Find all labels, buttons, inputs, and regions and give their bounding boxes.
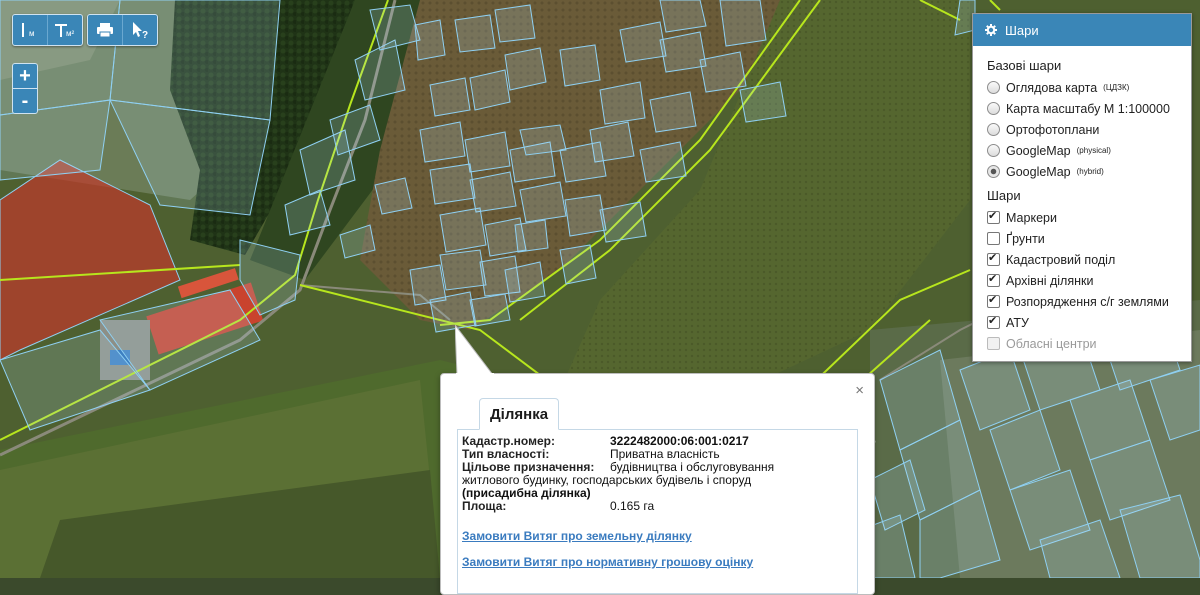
overlay-layer-option[interactable]: Розпорядження с/г землями — [987, 291, 1191, 312]
checkbox[interactable] — [987, 232, 1000, 245]
checkbox[interactable] — [987, 209, 1000, 224]
base-layer-label: Ортофотоплани — [1006, 122, 1100, 137]
layers-panel: Шари Базові шари Оглядова карта (ЦДЗК) Кар… — [972, 13, 1192, 362]
gear-icon — [985, 24, 997, 36]
radio-button[interactable] — [987, 144, 1000, 157]
base-layer-option[interactable]: Ортофотоплани — [987, 119, 1191, 140]
overlay-layer-option: Обласні центри — [987, 333, 1191, 354]
print-button[interactable] — [88, 15, 123, 45]
measure-area-icon: м² — [55, 24, 75, 38]
overlay-layer-label: АТУ — [1006, 315, 1029, 330]
base-layer-label: Карта масштабу М 1:100000 — [1006, 101, 1170, 116]
order-valuation-link[interactable]: Замовити Витяг про нормативну грошову оц… — [462, 555, 852, 569]
overlay-layer-label: Обласні центри — [1006, 336, 1097, 351]
identify-button[interactable]: ? — [123, 15, 157, 45]
overlay-layer-label: Розпорядження с/г землями — [1006, 294, 1169, 309]
svg-text:м: м — [29, 29, 35, 38]
svg-text:?: ? — [142, 30, 148, 39]
overlay-layer-option[interactable]: Маркери — [987, 207, 1191, 228]
map-toolbar: м м² ? — [12, 14, 158, 46]
base-layer-label: GoogleMap — [1006, 143, 1071, 158]
radio-button[interactable] — [987, 123, 1000, 136]
order-extract-link[interactable]: Замовити Витяг про земельну ділянку — [462, 529, 852, 543]
area-value: 0.165 га — [610, 499, 655, 513]
cursor-question-icon: ? — [133, 22, 148, 39]
svg-text:м²: м² — [66, 29, 75, 38]
overlay-layer-option[interactable]: Архівні ділянки — [987, 270, 1191, 291]
zoom-control: + - — [12, 63, 38, 114]
overlay-layer-option[interactable]: Кадастровий поділ — [987, 249, 1191, 270]
parcel-info: Кадастр.номер: 3222482000:06:001:0217 Ти… — [457, 429, 858, 594]
radio-button[interactable] — [987, 102, 1000, 115]
base-layers-heading: Базові шари — [987, 58, 1062, 73]
overlay-layers-heading: Шари — [987, 188, 1021, 203]
checkbox[interactable] — [987, 314, 1000, 329]
radio-button[interactable] — [987, 81, 1000, 94]
layers-panel-title: Шари — [1005, 22, 1039, 38]
layers-panel-header[interactable]: Шари — [973, 14, 1191, 46]
measure-area-button[interactable]: м² — [48, 15, 82, 45]
overlay-layer-option[interactable]: АТУ — [987, 312, 1191, 333]
overlay-layer-label: Ґрунти — [1006, 231, 1045, 246]
checkbox[interactable] — [987, 272, 1000, 287]
overlay-layer-label: Маркери — [1006, 210, 1057, 225]
overlay-layer-option[interactable]: Ґрунти — [987, 228, 1191, 249]
parcel-popup: × Ділянка Кадастр.номер: 3222482000:06:0… — [440, 325, 875, 595]
tab-parcel[interactable]: Ділянка — [479, 398, 560, 430]
checkbox[interactable] — [987, 251, 1000, 266]
misc-tools: ? — [87, 14, 158, 46]
printer-icon — [97, 23, 113, 38]
measure-length-button[interactable]: м — [13, 15, 48, 45]
popup-pointer — [455, 325, 494, 375]
base-layer-note: (ЦДЗК) — [1103, 83, 1130, 92]
overlay-layers-list: Маркери Ґрунти Кадастровий поділ Архівні ді… — [987, 207, 1191, 354]
popup-tabbar: Ділянка — [457, 398, 858, 430]
measure-length-icon: м — [22, 23, 35, 38]
overlay-layer-label: Кадастровий поділ — [1006, 252, 1116, 267]
checkbox[interactable] — [987, 293, 1000, 308]
base-layers-list: Оглядова карта (ЦДЗК) Карта масштабу М 1:1… — [987, 77, 1191, 182]
checkbox — [987, 337, 1000, 350]
base-layer-option[interactable]: GoogleMap (hybrid) — [987, 161, 1191, 182]
base-layer-label: Оглядова карта — [1006, 80, 1098, 95]
close-icon[interactable]: × — [855, 382, 864, 399]
base-layer-option[interactable]: Оглядова карта (ЦДЗК) — [987, 77, 1191, 98]
base-layer-option[interactable]: GoogleMap (physical) — [987, 140, 1191, 161]
purpose-value-subtype: (присадибна ділянка) — [462, 486, 591, 500]
overlay-layer-label: Архівні ділянки — [1006, 273, 1094, 288]
area-label: Площа: — [462, 499, 507, 513]
base-layer-label: GoogleMap — [1006, 164, 1071, 179]
base-layer-note: (physical) — [1076, 146, 1111, 155]
measure-tools: м м² — [12, 14, 83, 46]
zoom-out-button[interactable]: - — [13, 89, 37, 113]
zoom-in-button[interactable]: + — [13, 64, 37, 89]
radio-button[interactable] — [987, 165, 1000, 178]
base-layer-note: (hybrid) — [1076, 167, 1104, 176]
base-layer-option[interactable]: Карта масштабу М 1:100000 — [987, 98, 1191, 119]
